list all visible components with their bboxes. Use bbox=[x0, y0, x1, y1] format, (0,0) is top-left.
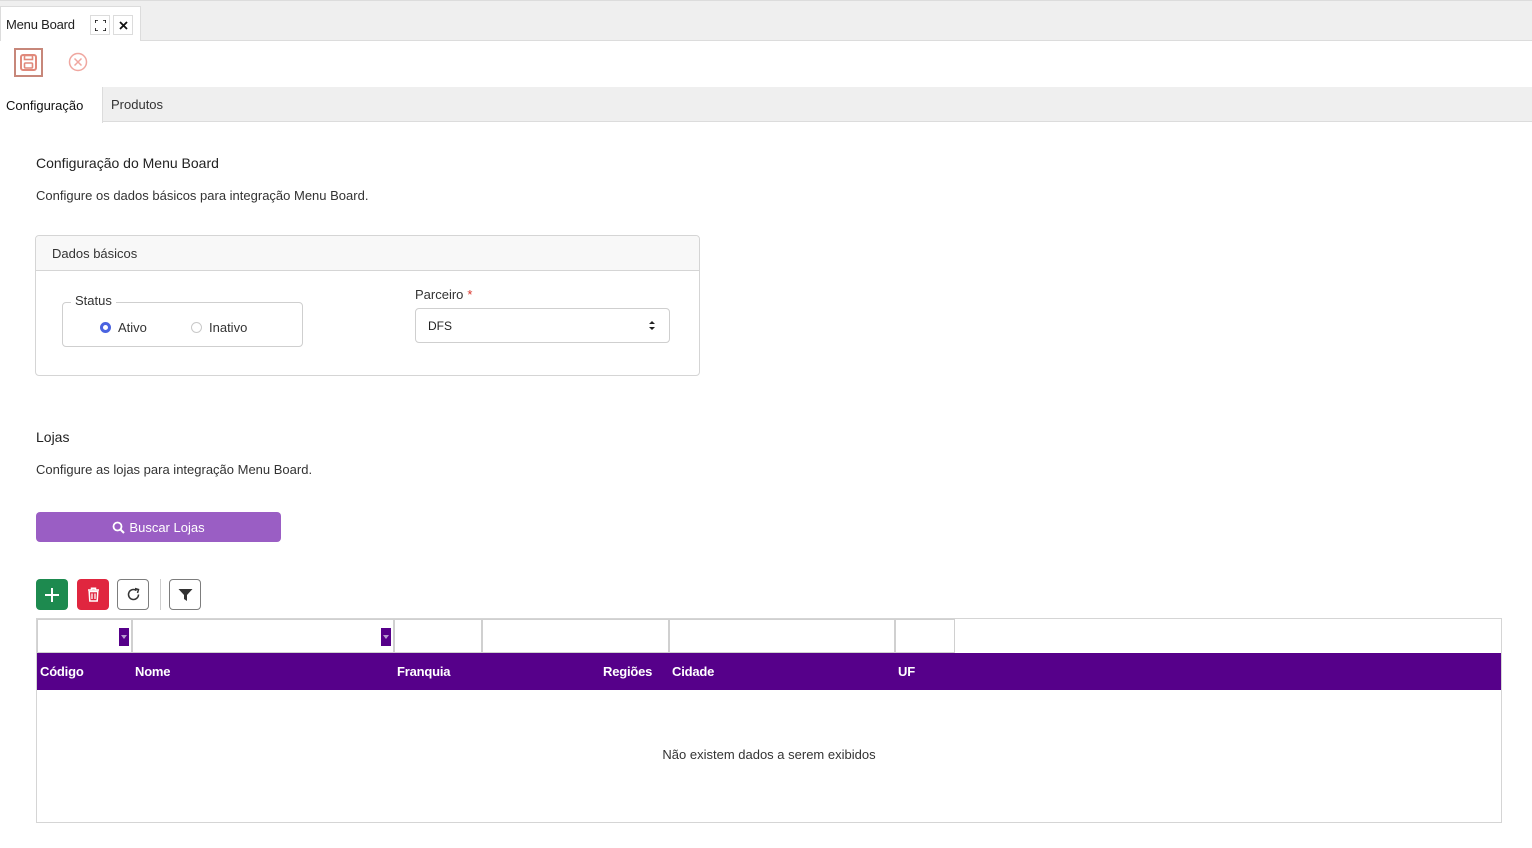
window-tab-title: Menu Board bbox=[6, 17, 75, 32]
filter-cell-codigo[interactable] bbox=[37, 619, 132, 653]
config-section-title: Configuração do Menu Board bbox=[36, 155, 219, 171]
parceiro-label-text: Parceiro bbox=[415, 287, 464, 302]
parceiro-label: Parceiro * bbox=[415, 287, 472, 302]
filter-cell-cidade[interactable] bbox=[669, 619, 895, 653]
plus-icon bbox=[45, 587, 59, 602]
filter-dropdown-icon[interactable] bbox=[119, 628, 129, 646]
radio-label-inativo: Inativo bbox=[209, 320, 248, 335]
delete-row-button[interactable] bbox=[77, 579, 109, 610]
column-header-franquia[interactable]: Franquia bbox=[397, 664, 450, 679]
section-tab-bar: Configuração Produtos bbox=[0, 87, 1532, 123]
filter-dropdown-icon[interactable] bbox=[381, 628, 391, 646]
grid-empty-message: Não existem dados a serem exibidos bbox=[662, 747, 876, 762]
filter-button[interactable] bbox=[169, 579, 201, 610]
column-header-uf[interactable]: UF bbox=[898, 664, 915, 679]
lojas-section-description: Configure as lojas para integração Menu … bbox=[36, 462, 313, 477]
required-marker: * bbox=[467, 287, 473, 302]
lojas-grid: Código Nome Franquia Regiões Cidade UF N… bbox=[36, 618, 1502, 823]
column-header-codigo[interactable]: Código bbox=[40, 664, 84, 679]
tab-produtos[interactable]: Produtos bbox=[111, 87, 163, 122]
cancel-button[interactable] bbox=[67, 51, 89, 73]
filter-cell-uf[interactable] bbox=[895, 619, 955, 653]
tab-configuracao[interactable]: Configuração bbox=[0, 87, 103, 123]
close-icon[interactable] bbox=[113, 15, 133, 35]
status-fieldset: Status Ativo Inativo bbox=[62, 293, 303, 347]
column-header-regioes[interactable]: Regiões bbox=[603, 664, 652, 679]
radio-label-ativo: Ativo bbox=[118, 320, 147, 335]
status-radio-ativo[interactable]: Ativo bbox=[100, 320, 147, 335]
filter-cell-regioes[interactable] bbox=[482, 619, 669, 653]
column-header-cidade[interactable]: Cidade bbox=[672, 664, 714, 679]
refresh-icon bbox=[127, 587, 139, 601]
search-icon bbox=[113, 521, 126, 534]
add-row-button[interactable] bbox=[36, 579, 68, 610]
column-header-nome[interactable]: Nome bbox=[135, 664, 171, 679]
floppy-disk-icon bbox=[20, 54, 37, 71]
buscar-lojas-label: Buscar Lojas bbox=[129, 519, 205, 535]
window-tab-menu-board[interactable]: Menu Board bbox=[0, 6, 141, 42]
config-section-description: Configure os dados básicos para integraç… bbox=[36, 188, 369, 203]
radio-checked-icon bbox=[100, 322, 111, 333]
card-title: Dados básicos bbox=[36, 236, 699, 271]
parceiro-select[interactable]: DFS bbox=[415, 308, 670, 343]
expand-icon[interactable] bbox=[90, 15, 110, 35]
grid-header-row: Código Nome Franquia Regiões Cidade UF bbox=[37, 653, 1501, 690]
window-tab-bar: Menu Board bbox=[0, 0, 1532, 42]
filter-icon bbox=[178, 588, 192, 601]
status-label: Status bbox=[71, 293, 116, 308]
toolbar-separator bbox=[160, 579, 161, 610]
filter-cell-franquia[interactable] bbox=[394, 619, 482, 653]
circle-x-icon bbox=[68, 52, 88, 72]
status-radio-inativo[interactable]: Inativo bbox=[191, 320, 247, 335]
select-arrows-icon bbox=[648, 320, 656, 332]
save-button[interactable] bbox=[14, 48, 43, 77]
buscar-lojas-button[interactable]: Buscar Lojas bbox=[36, 512, 281, 542]
grid-filter-row bbox=[37, 619, 1501, 653]
lojas-section-title: Lojas bbox=[36, 429, 70, 445]
action-toolbar bbox=[0, 41, 1532, 87]
refresh-button[interactable] bbox=[117, 579, 149, 610]
trash-icon bbox=[87, 587, 99, 602]
radio-unchecked-icon bbox=[191, 322, 202, 333]
parceiro-selected-value: DFS bbox=[428, 318, 452, 333]
filter-cell-nome[interactable] bbox=[132, 619, 394, 653]
basic-data-card: Dados básicos Status Ativo Inativo Parce… bbox=[35, 235, 700, 376]
